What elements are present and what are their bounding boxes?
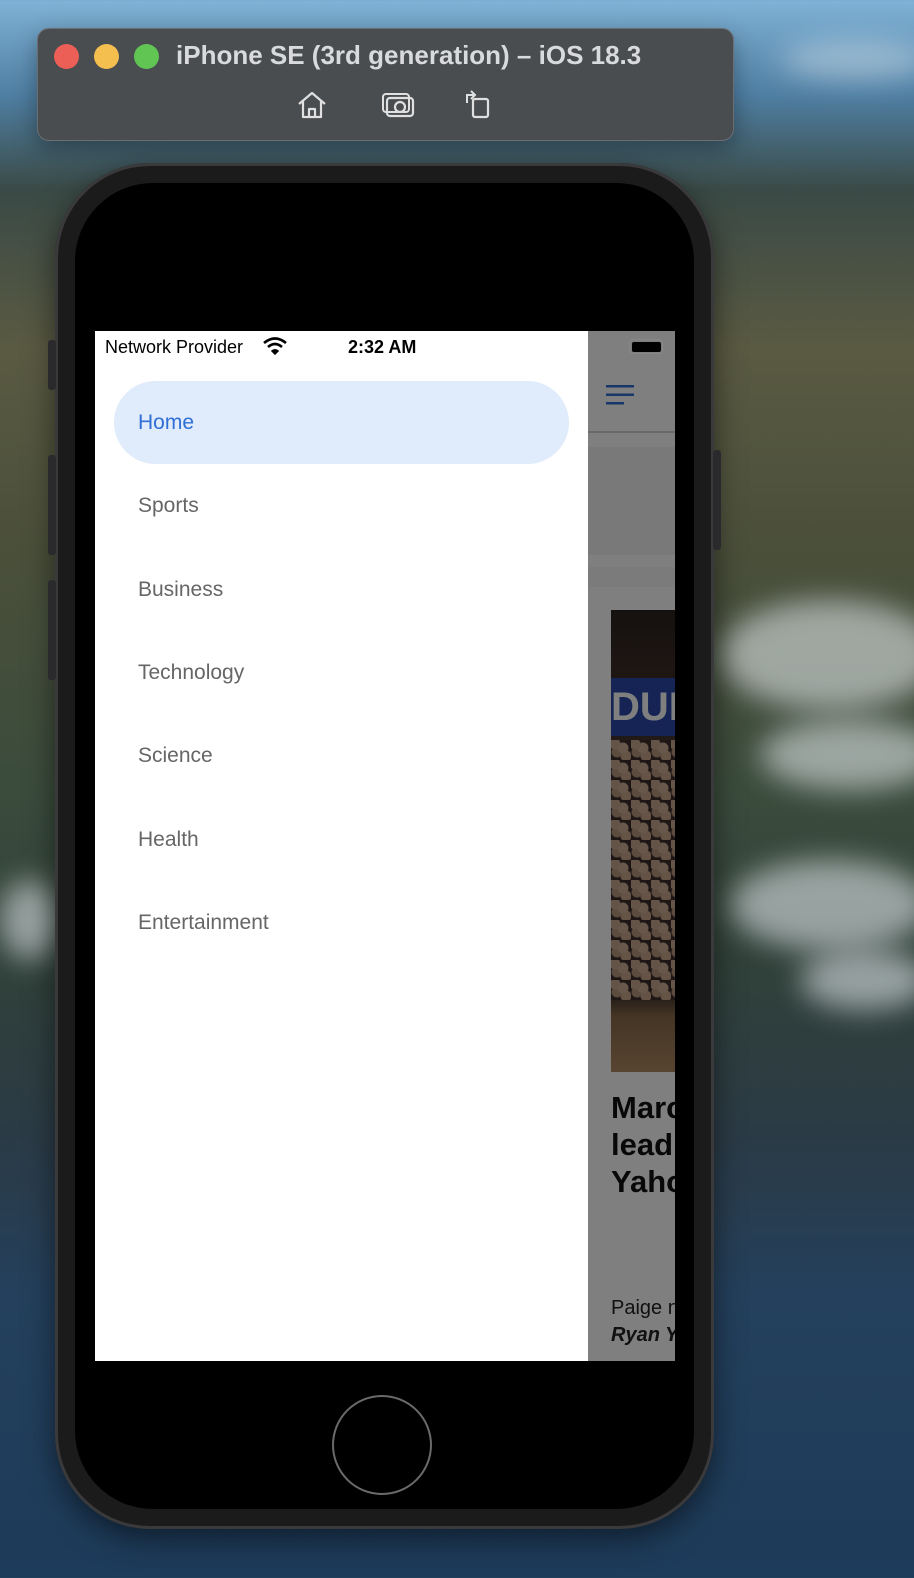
rotate-icon[interactable]	[460, 89, 496, 121]
volume-down-button	[48, 580, 56, 680]
volume-up-button	[48, 455, 56, 555]
drawer-item-label: Science	[138, 743, 213, 767]
drawer-item-science[interactable]: Science	[114, 714, 569, 797]
navigation-drawer: Home Sports Business Technology Science …	[95, 331, 588, 1361]
drawer-item-label: Entertainment	[138, 910, 269, 934]
wifi-icon	[263, 337, 287, 356]
status-bar: Network Provider 2:32 AM	[95, 331, 675, 363]
close-window-button[interactable]	[54, 44, 79, 69]
drawer-item-label: Sports	[138, 493, 199, 517]
zoom-window-button[interactable]	[134, 44, 159, 69]
power-button	[713, 450, 721, 550]
phone-screen: DUK Marc Bued lead dom Yaho Paige nation…	[95, 331, 675, 1361]
drawer-item-sports[interactable]: Sports	[114, 464, 569, 547]
home-icon[interactable]	[294, 89, 330, 121]
drawer-item-label: Health	[138, 827, 199, 851]
drawer-item-business[interactable]: Business	[114, 548, 569, 631]
drawer-item-entertainment[interactable]: Entertainment	[114, 881, 569, 964]
drawer-item-label: Technology	[138, 660, 245, 684]
drawer-item-home[interactable]: Home	[114, 381, 569, 464]
drawer-item-label: Business	[138, 577, 224, 601]
mute-switch	[48, 340, 56, 390]
drawer-item-health[interactable]: Health	[114, 798, 569, 881]
drawer-item-label: Home	[138, 410, 195, 434]
simulator-title: iPhone SE (3rd generation) – iOS 18.3	[176, 40, 642, 70]
battery-icon	[629, 339, 663, 354]
minimize-window-button[interactable]	[94, 44, 119, 69]
screenshot-icon[interactable]	[381, 89, 417, 121]
carrier-label: Network Provider	[105, 337, 244, 357]
simulator-title-bar: iPhone SE (3rd generation) – iOS 18.3	[37, 28, 734, 141]
drawer-scrim[interactable]	[588, 331, 675, 1361]
drawer-item-technology[interactable]: Technology	[114, 631, 569, 714]
status-time: 2:32 AM	[348, 337, 417, 357]
device-home-button[interactable]	[332, 1395, 432, 1495]
